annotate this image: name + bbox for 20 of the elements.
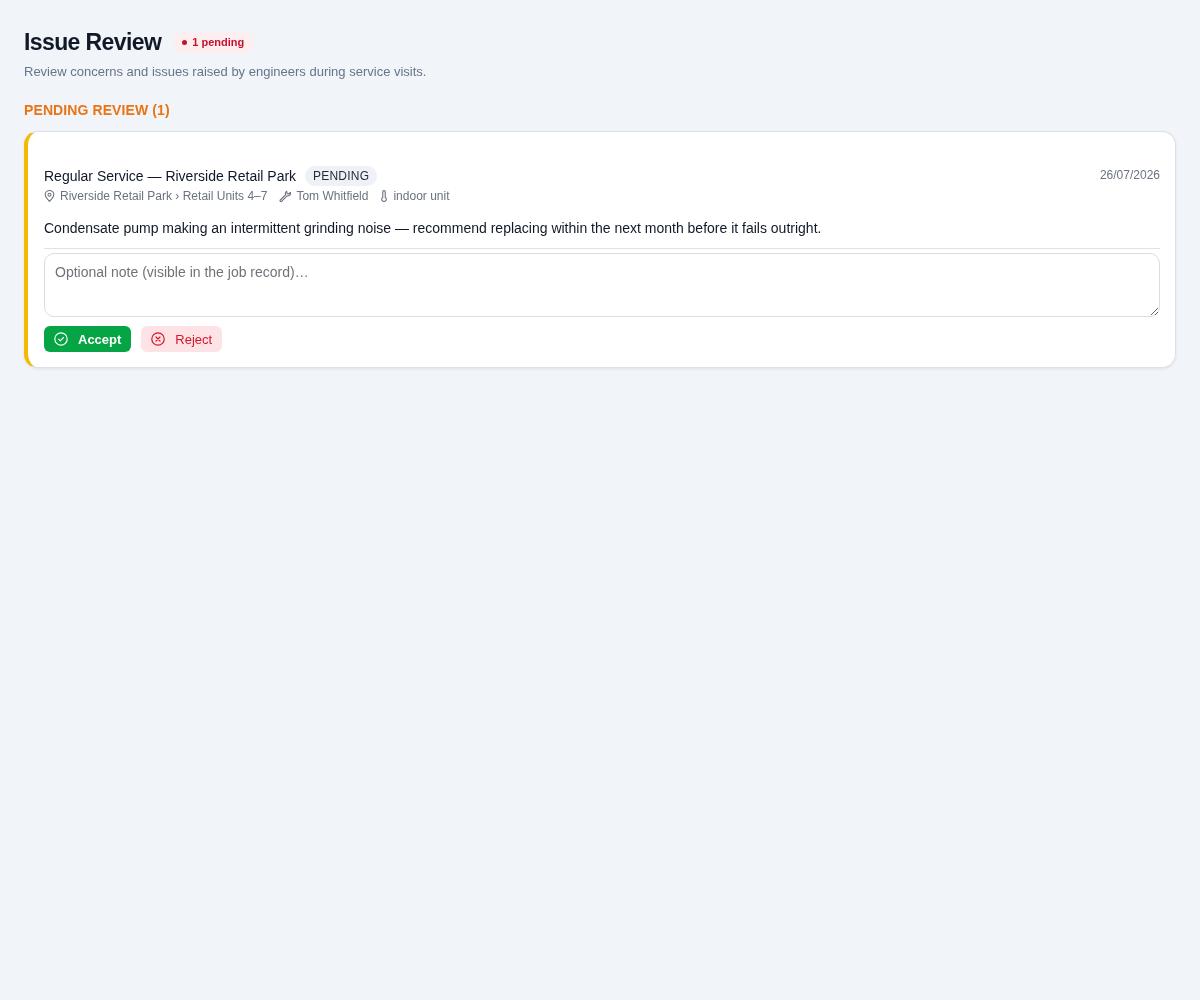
- note-field[interactable]: Optional note (visible in the job record)…: [44, 253, 1160, 317]
- section-heading: PENDING REVIEW (1): [24, 101, 171, 119]
- x-circle-icon: [151, 332, 166, 346]
- accept-button[interactable]: Accept: [44, 326, 132, 352]
- thermometer-icon: [380, 190, 389, 202]
- issue-date: 26/07/2026: [1099, 167, 1160, 183]
- map-pin-icon: [44, 190, 55, 202]
- reject-button[interactable]: Reject: [141, 326, 223, 352]
- wrench-icon: [279, 190, 292, 202]
- equipment-label: indoor unit: [393, 189, 450, 203]
- issue-description: Condensate pump making an intermittent grinding noise — recommend replacing within the next month before it fails outright.: [44, 219, 823, 237]
- issue-title: Regular Service — Riverside Retail Park: [44, 167, 297, 185]
- status-badge: PENDING: [305, 166, 378, 186]
- engineer-name: Tom Whitfield: [296, 189, 369, 203]
- page-title: Issue Review: [24, 28, 162, 56]
- page-subtitle: Review concerns and issues raised by engineers during service visits.: [24, 64, 428, 80]
- badge-label: 1 pending: [192, 35, 245, 49]
- status-dot-icon: [182, 39, 188, 45]
- check-circle-icon: [54, 332, 68, 346]
- site-location: Riverside Retail Park › Retail Units 4–7: [60, 189, 268, 203]
